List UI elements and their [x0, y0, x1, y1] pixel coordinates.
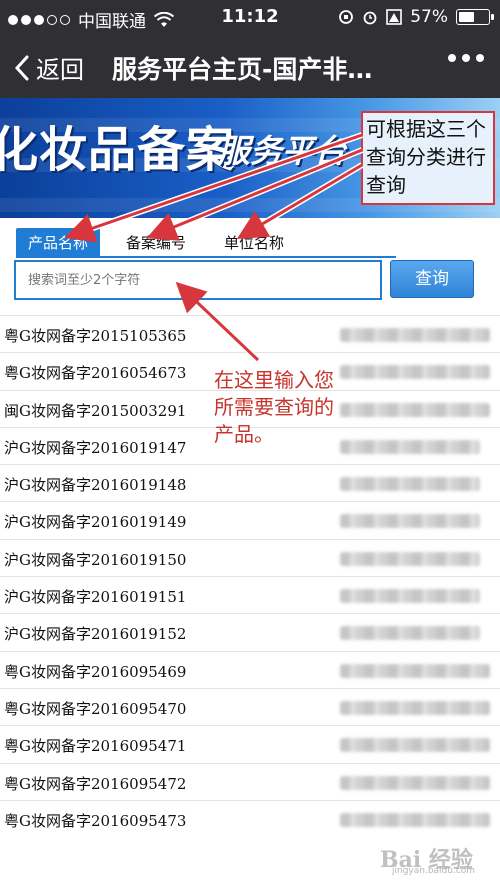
list-item[interactable]: 粤G妆网备字2016095471: [0, 725, 500, 762]
list-item[interactable]: 粤G妆网备字2016095473: [0, 799, 500, 837]
more-dot-icon: [448, 54, 456, 62]
list-item[interactable]: 粤G妆网备字2016095469: [0, 650, 500, 688]
watermark-url: jingyan.baidu.com: [392, 866, 476, 876]
search-category-tabs: 产品名称 备案编号 单位名称: [16, 228, 296, 256]
blurred-company-name: [340, 439, 480, 454]
blurred-company-name: [340, 812, 490, 827]
more-dot-icon: [462, 54, 470, 62]
blurred-company-name: [340, 738, 490, 753]
page-title: 服务平台主页-国产非…: [112, 55, 373, 84]
list-item[interactable]: 粤G妆网备字2016095472: [0, 762, 500, 800]
blurred-company-name: [340, 365, 490, 380]
more-menu-button[interactable]: [448, 54, 484, 62]
back-label: 返回: [36, 56, 84, 84]
record-number: 粤G妆网备字2016095472: [4, 774, 187, 793]
back-button[interactable]: 返回: [14, 50, 84, 85]
status-bar: 中国联通 11:12 57%: [0, 0, 500, 34]
tab-underline: [16, 256, 396, 258]
annotation-search-note: 在这里输入您所需要查询的产品。: [214, 368, 334, 446]
record-number: 粤G妆网备字2016054673: [4, 364, 187, 383]
record-number: 沪G妆网备字2016019150: [4, 550, 187, 569]
record-number: 沪G妆网备字2016019148: [4, 476, 187, 495]
banner-subtitle: 服务平台: [218, 132, 347, 170]
banner-title: 化妆品备案: [0, 122, 236, 178]
blurred-company-name: [340, 477, 480, 492]
rotation-lock-icon: [339, 10, 354, 24]
search-button[interactable]: 查询: [390, 260, 474, 298]
list-item[interactable]: 粤G妆网备字2016095470: [0, 687, 500, 725]
blurred-company-name: [340, 514, 480, 529]
location-icon: [386, 9, 403, 25]
record-number: 粤G妆网备字2016095473: [4, 811, 187, 830]
search-input[interactable]: [14, 260, 382, 300]
tab-record-number[interactable]: 备案编号: [114, 228, 198, 256]
record-number: 沪G妆网备字2016019149: [4, 513, 187, 532]
battery-icon: [456, 9, 494, 25]
list-item[interactable]: 沪G妆网备字2016019149: [0, 501, 500, 538]
list-item[interactable]: 沪G妆网备字2016019151: [0, 576, 500, 613]
blurred-company-name: [340, 663, 490, 678]
record-number: 粤G妆网备字2015105365: [4, 327, 187, 345]
list-item[interactable]: 沪G妆网备字2016019152: [0, 613, 500, 650]
record-number: 粤G妆网备字2016095470: [4, 699, 187, 718]
blurred-company-name: [340, 626, 480, 641]
blurred-company-name: [340, 551, 480, 566]
blurred-company-name: [340, 402, 490, 417]
chevron-left-icon: [14, 55, 29, 80]
record-number: 沪G妆网备字2016019151: [4, 588, 187, 607]
blurred-company-name: [340, 328, 490, 342]
record-number: 闽G妆网备字2015003291: [4, 401, 187, 420]
nav-bar: 返回 服务平台主页-国产非…: [0, 34, 500, 98]
blurred-company-name: [340, 589, 480, 604]
list-item[interactable]: 沪G妆网备字2016019150: [0, 538, 500, 576]
record-number: 沪G妆网备字2016019152: [4, 625, 187, 644]
more-dot-icon: [476, 54, 484, 62]
alarm-icon: [363, 11, 377, 25]
tab-company-name[interactable]: 单位名称: [212, 228, 296, 256]
record-number: 粤G妆网备字2016095471: [4, 737, 187, 756]
battery-percent: 57%: [410, 7, 448, 27]
annotation-tabs-note: 可根据这三个查询分类进行查询: [366, 117, 486, 197]
tab-product-name[interactable]: 产品名称: [16, 228, 101, 256]
list-item[interactable]: 粤G妆网备字2015105365: [0, 315, 500, 352]
record-number: 沪G妆网备字2016019147: [4, 438, 187, 457]
record-number: 粤G妆网备字2016095469: [4, 662, 187, 681]
blurred-company-name: [340, 775, 490, 790]
blurred-company-name: [340, 700, 490, 715]
list-item[interactable]: 沪G妆网备字2016019148: [0, 464, 500, 501]
